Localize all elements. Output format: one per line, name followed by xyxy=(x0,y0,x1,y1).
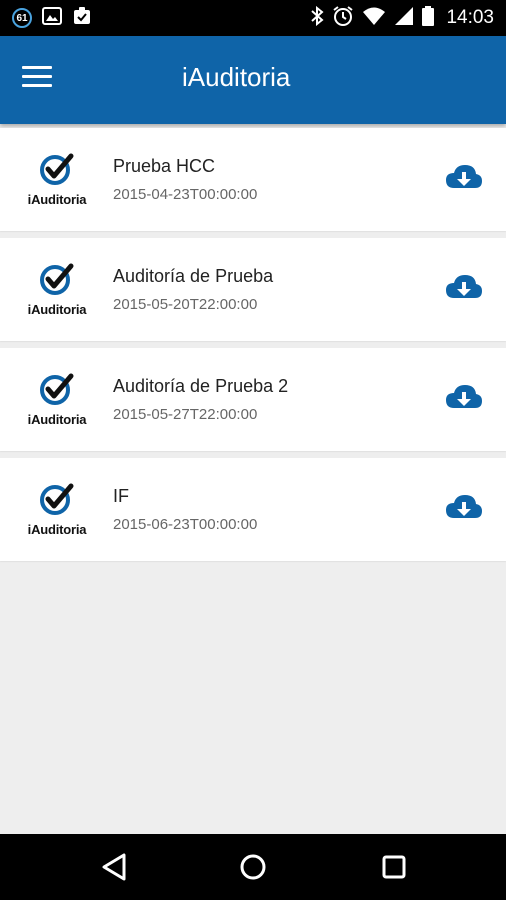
back-triangle-icon[interactable] xyxy=(98,850,132,884)
status-notifications: 61 xyxy=(12,6,92,30)
audit-date: 2015-05-27T22:00:00 xyxy=(113,406,258,423)
checkmark-logo-icon xyxy=(40,153,74,185)
signal-icon xyxy=(394,6,414,31)
recents-square-icon[interactable] xyxy=(377,850,411,884)
cloud-download-icon[interactable] xyxy=(444,492,484,524)
logo-text: iAuditoria xyxy=(27,412,87,427)
checkmark-logo-icon xyxy=(40,373,74,405)
alarm-icon xyxy=(332,5,354,32)
hamburger-menu-icon[interactable] xyxy=(22,66,52,92)
wifi-icon xyxy=(362,6,386,31)
audit-list-item[interactable]: iAuditoria Auditoría de Prueba 2 2015-05… xyxy=(0,348,506,451)
iauditoria-logo: iAuditoria xyxy=(20,150,94,212)
audit-list: iAuditoria Prueba HCC 2015-04-23T00:00:0… xyxy=(0,128,506,568)
bluetooth-icon xyxy=(310,5,324,31)
iauditoria-logo: iAuditoria xyxy=(20,260,94,322)
image-icon xyxy=(42,6,62,30)
audit-title: Prueba HCC xyxy=(113,156,216,176)
audit-list-item[interactable]: iAuditoria Prueba HCC 2015-04-23T00:00:0… xyxy=(0,128,506,231)
notification-count-badge: 61 xyxy=(12,8,32,28)
clipboard-check-icon xyxy=(72,6,92,31)
app-bar: iAuditoria xyxy=(0,36,506,124)
checkmark-logo-icon xyxy=(40,483,74,515)
audit-list-item[interactable]: iAuditoria IF 2015-06-23T00:00:00 xyxy=(0,458,506,561)
audit-title: IF xyxy=(113,486,129,506)
status-bar: 61 14:03 xyxy=(0,0,506,36)
iauditoria-logo: iAuditoria xyxy=(20,370,94,432)
status-system-icons: 14:03 xyxy=(310,5,494,32)
battery-icon xyxy=(422,5,435,31)
cloud-download-icon[interactable] xyxy=(444,162,484,194)
audit-title: Auditoría de Prueba 2 xyxy=(113,376,289,396)
logo-text: iAuditoria xyxy=(27,522,87,537)
audit-date: 2015-05-20T22:00:00 xyxy=(113,296,258,313)
logo-text: iAuditoria xyxy=(27,302,87,317)
status-time: 14:03 xyxy=(446,7,494,28)
app-title: iAuditoria xyxy=(182,62,291,92)
audit-date: 2015-06-23T00:00:00 xyxy=(113,516,258,533)
navigation-bar xyxy=(0,834,506,900)
audit-list-item[interactable]: iAuditoria Auditoría de Prueba 2015-05-2… xyxy=(0,238,506,341)
cloud-download-icon[interactable] xyxy=(444,382,484,414)
home-circle-icon[interactable] xyxy=(236,850,270,884)
audit-date: 2015-04-23T00:00:00 xyxy=(113,186,258,203)
audit-title: Auditoría de Prueba xyxy=(113,266,274,286)
checkmark-logo-icon xyxy=(40,263,74,295)
logo-text: iAuditoria xyxy=(27,192,87,207)
iauditoria-logo: iAuditoria xyxy=(20,480,94,542)
cloud-download-icon[interactable] xyxy=(444,272,484,304)
